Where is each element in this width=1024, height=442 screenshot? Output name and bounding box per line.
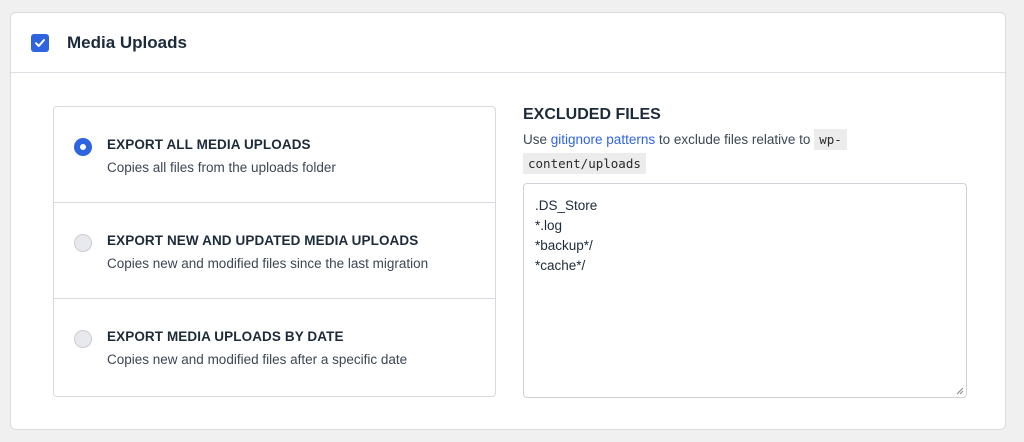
- excluded-files-description: Use gitignore patterns to exclude files …: [523, 128, 969, 176]
- checkmark-icon: [35, 38, 45, 47]
- option-title: EXPORT NEW AND UPDATED MEDIA UPLOADS: [107, 233, 419, 248]
- option-title: EXPORT ALL MEDIA UPLOADS: [107, 137, 311, 152]
- excluded-files-textarea[interactable]: .DS_Store *.log *backup*/ *cache*/: [523, 183, 967, 398]
- panel-header: Media Uploads: [11, 13, 1005, 73]
- media-uploads-checkbox[interactable]: [31, 33, 49, 52]
- option-description: Copies new and modified files after a sp…: [107, 352, 408, 367]
- description-prefix: Use: [523, 132, 551, 147]
- option-title: EXPORT MEDIA UPLOADS BY DATE: [107, 329, 344, 344]
- export-options-group: EXPORT ALL MEDIA UPLOADS Copies all file…: [53, 106, 496, 397]
- description-middle: to exclude files relative to: [655, 132, 815, 147]
- excluded-files-section: EXCLUDED FILES Use gitignore patterns to…: [523, 105, 969, 176]
- radio-export-new-updated[interactable]: [74, 234, 92, 252]
- option-description: Copies new and modified files since the …: [107, 256, 429, 271]
- path-code-line1: wp-: [814, 129, 847, 150]
- excluded-files-title: EXCLUDED FILES: [523, 106, 661, 123]
- resize-grip-icon[interactable]: [956, 387, 964, 395]
- option-export-all[interactable]: EXPORT ALL MEDIA UPLOADS Copies all file…: [54, 107, 495, 203]
- option-export-new-updated[interactable]: EXPORT NEW AND UPDATED MEDIA UPLOADS Cop…: [54, 203, 495, 299]
- media-uploads-panel: Media Uploads EXPORT ALL MEDIA UPLOADS C…: [10, 12, 1006, 430]
- radio-export-all[interactable]: [74, 138, 92, 156]
- panel-title: Media Uploads: [67, 32, 187, 52]
- option-description: Copies all files from the uploads folder: [107, 160, 336, 175]
- option-export-by-date[interactable]: EXPORT MEDIA UPLOADS BY DATE Copies new …: [54, 299, 495, 396]
- radio-export-by-date[interactable]: [74, 330, 92, 348]
- path-code-line2: content/uploads: [523, 153, 646, 174]
- gitignore-patterns-link[interactable]: gitignore patterns: [551, 132, 655, 147]
